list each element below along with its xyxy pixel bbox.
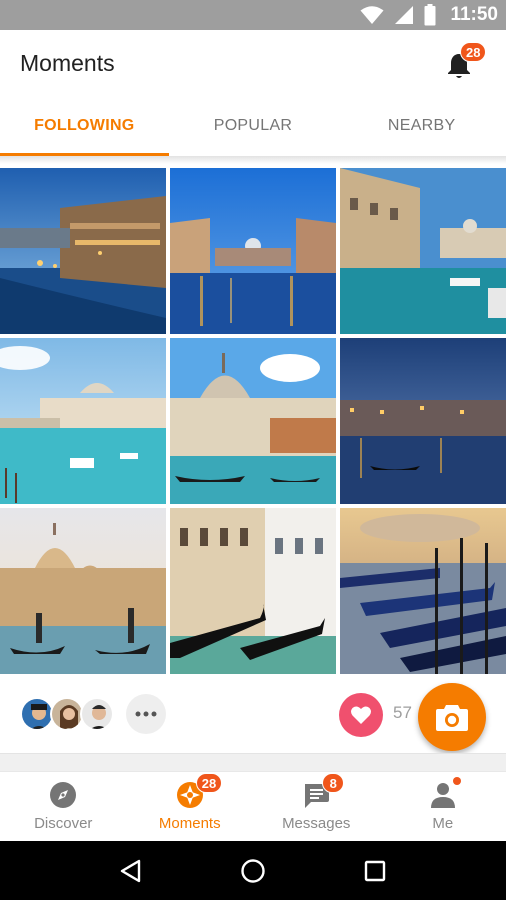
camera-button[interactable] [418, 683, 486, 751]
nav-label: Messages [282, 815, 351, 832]
home-button[interactable] [233, 851, 273, 891]
moments-badge: 28 [195, 773, 223, 793]
photo-tile[interactable] [170, 168, 336, 334]
wifi-icon [360, 6, 384, 24]
app-header: Moments 28 [0, 30, 506, 96]
back-button[interactable] [111, 851, 151, 891]
status-time: 11:50 [450, 4, 498, 25]
tab-popular[interactable]: POPULAR [169, 96, 338, 156]
post-actions: 57 [0, 675, 506, 753]
photo-tile[interactable] [340, 168, 506, 334]
photo-tile[interactable] [0, 508, 166, 674]
heart-icon [351, 706, 371, 724]
nav-item-me[interactable]: Me [380, 772, 506, 841]
nav-label: Moments [158, 815, 221, 832]
like-count: 57 [393, 703, 412, 722]
more-icon [135, 711, 157, 717]
avatar[interactable] [20, 697, 54, 731]
photo-tile[interactable] [340, 338, 506, 504]
recents-icon [364, 860, 386, 881]
tab-nearby[interactable]: NEARBY [337, 96, 506, 156]
like-button[interactable] [339, 693, 383, 737]
back-icon [120, 859, 141, 882]
nav-label: Discover [34, 815, 93, 832]
home-icon [241, 858, 265, 883]
avatar[interactable] [80, 697, 114, 731]
section-divider [0, 753, 506, 771]
tab-following[interactable]: FOLLOWING [0, 96, 169, 156]
tab-divider [0, 156, 506, 164]
nav-item-messages[interactable]: 8 Messages [253, 772, 380, 841]
notification-dot [452, 777, 461, 785]
notifications-button[interactable]: 28 [446, 42, 487, 78]
page-title: Moments [20, 49, 115, 76]
photo-grid [0, 168, 506, 675]
bottom-nav: Discover 28 Moments 8 Messages Me [0, 771, 506, 841]
photo-tile[interactable] [170, 508, 336, 674]
nav-label: Me [432, 815, 454, 832]
battery-icon [424, 4, 436, 26]
status-bar: 11:50 [0, 0, 506, 30]
nav-item-moments[interactable]: 28 Moments [127, 772, 254, 841]
photo-tile[interactable] [340, 508, 506, 674]
avatar[interactable] [50, 697, 84, 731]
photo-tile[interactable] [170, 338, 336, 504]
camera-icon [436, 705, 468, 731]
compass-icon [50, 782, 77, 808]
messages-badge: 8 [322, 773, 345, 793]
notification-badge: 28 [460, 42, 487, 62]
recents-button[interactable] [355, 851, 395, 891]
tab-bar: FOLLOWING POPULAR NEARBY [0, 96, 506, 156]
photo-tile[interactable] [0, 338, 166, 504]
nav-item-discover[interactable]: Discover [0, 772, 127, 841]
signal-icon [395, 6, 414, 24]
system-nav-bar [0, 841, 506, 900]
person-icon [430, 783, 455, 808]
photo-tile[interactable] [0, 168, 166, 334]
more-button[interactable] [126, 694, 166, 734]
